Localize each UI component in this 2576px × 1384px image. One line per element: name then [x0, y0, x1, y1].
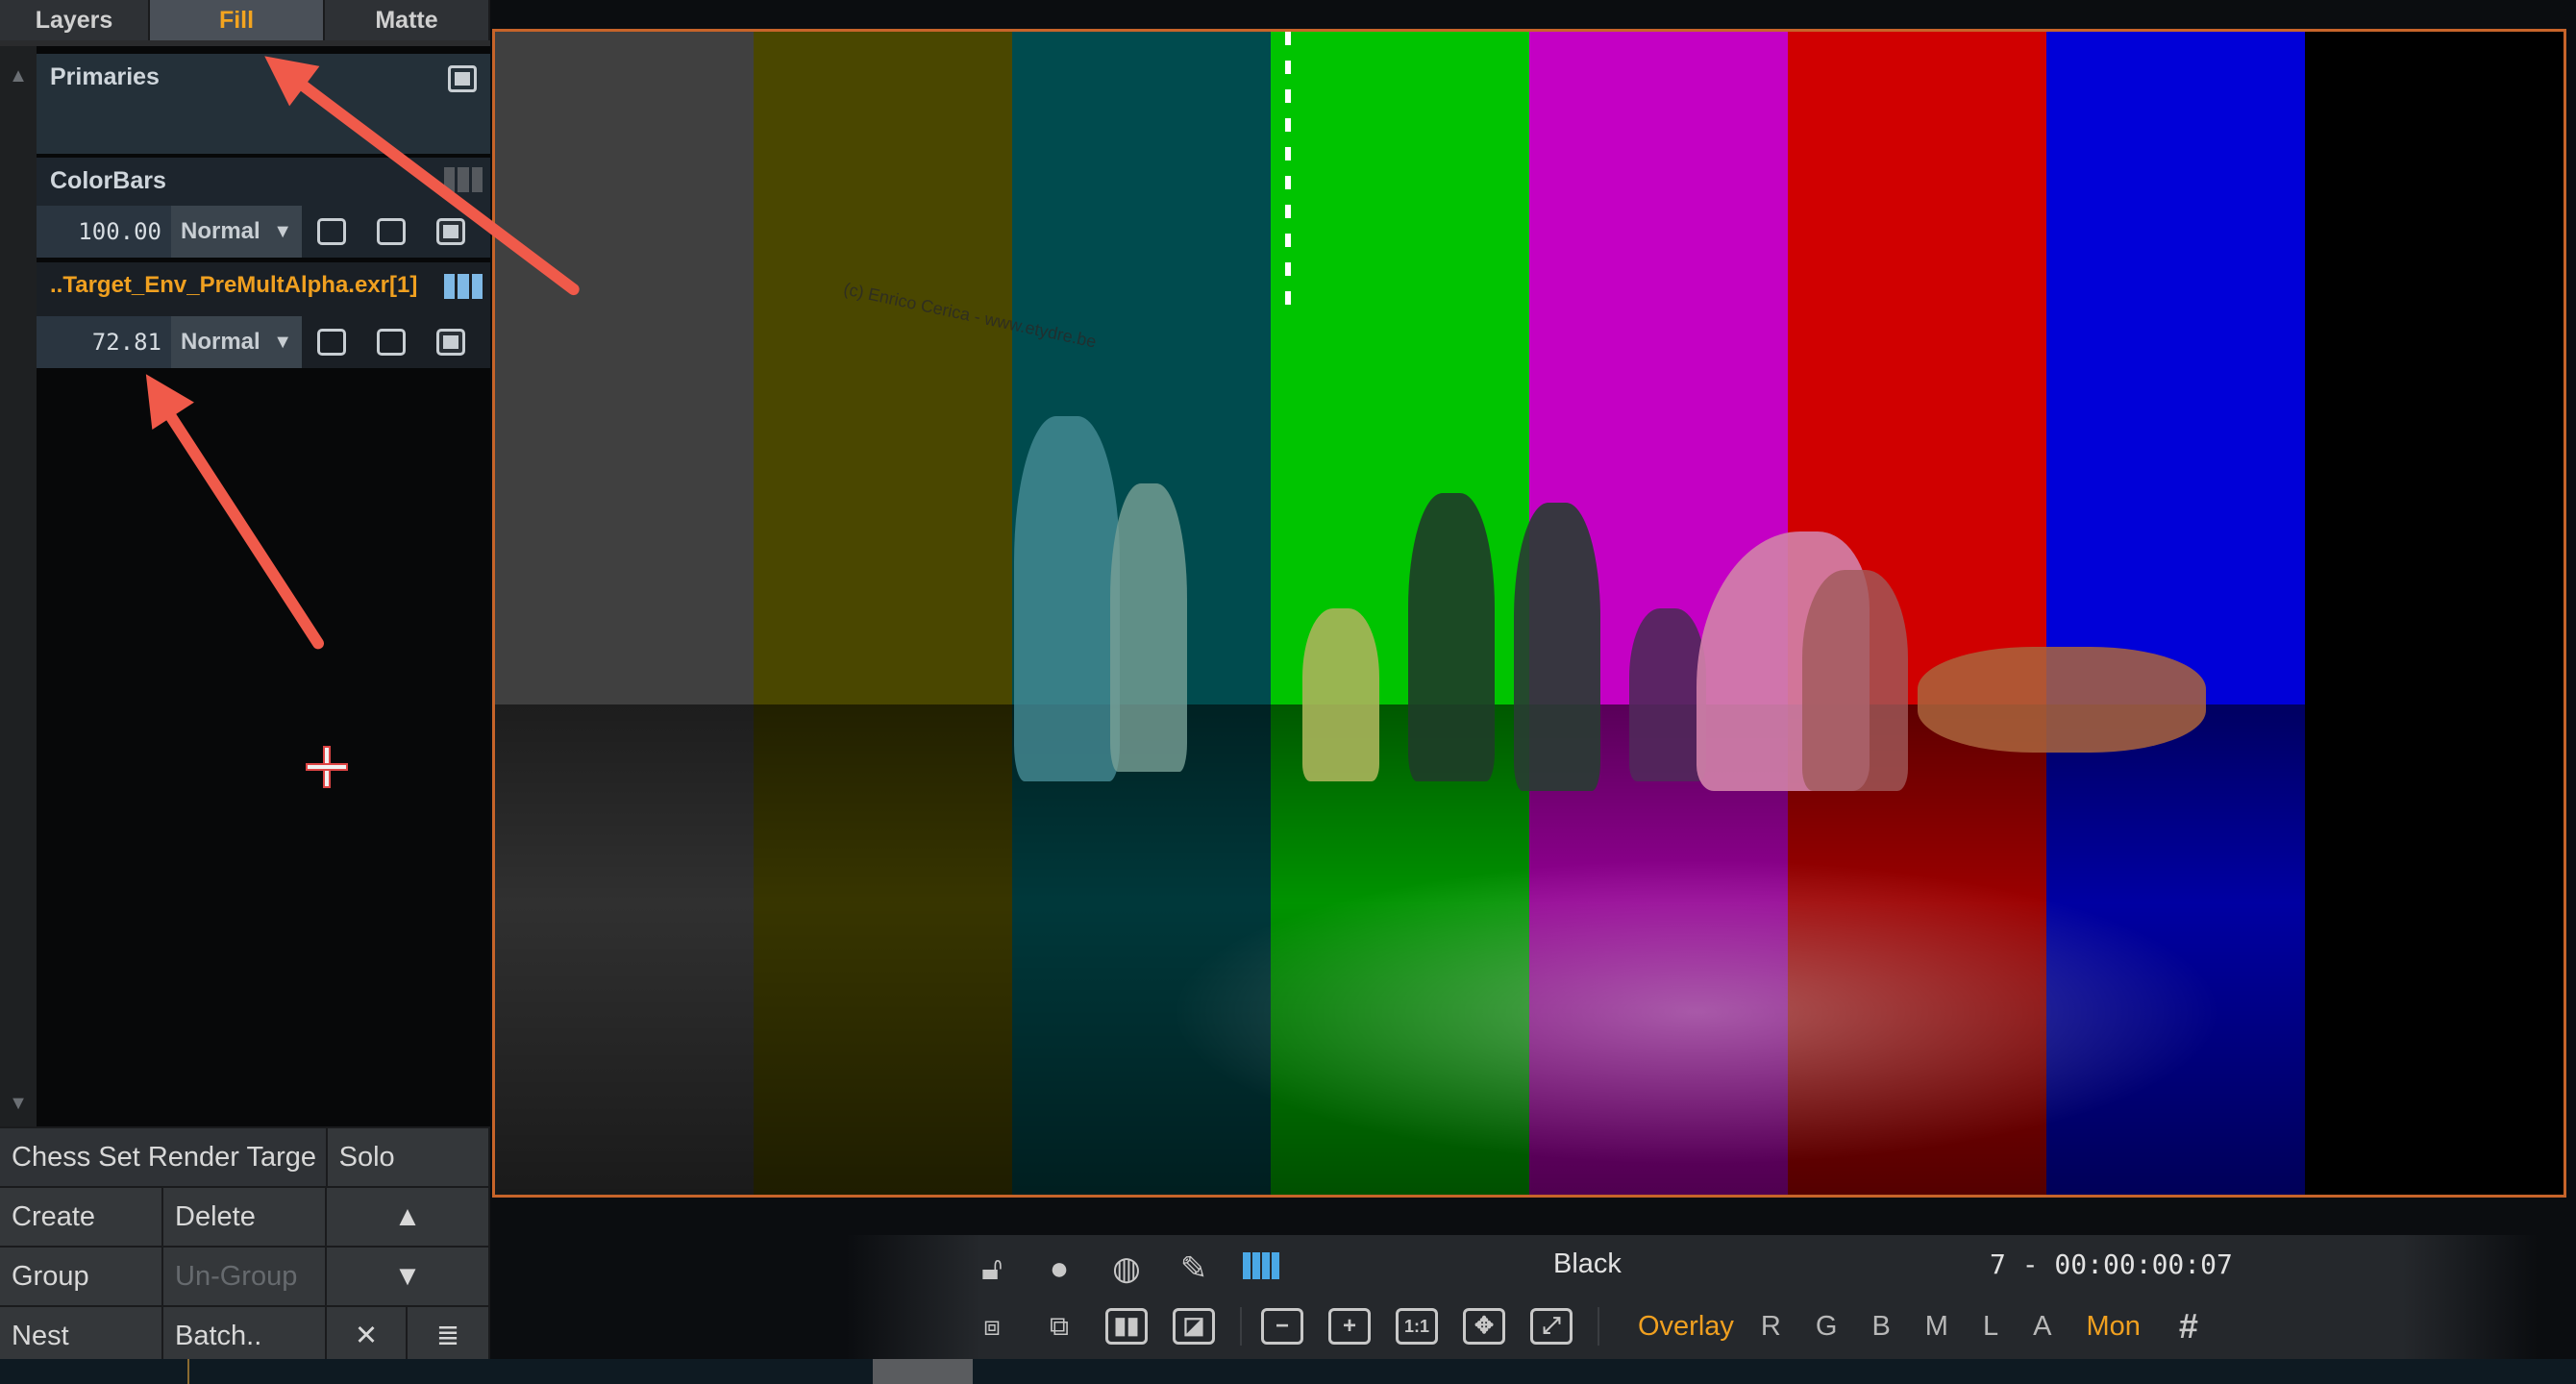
dropdown-arrow-icon: ▼: [273, 332, 292, 353]
timeline-handle[interactable]: [873, 1359, 973, 1384]
layer-thumbnail-icon: [444, 274, 483, 299]
layer-colorbars-name: ColorBars: [50, 167, 166, 194]
timeline-strip[interactable]: [0, 1359, 2576, 1384]
visibility-icon: [436, 329, 465, 356]
wipe-icon[interactable]: ◪: [1173, 1308, 1215, 1345]
checkbox-icon: [377, 329, 406, 356]
group-button[interactable]: Group: [0, 1248, 163, 1305]
color-readout: Black: [1553, 1248, 1622, 1279]
timecode-display[interactable]: 7 - 00:00:00:07: [1990, 1248, 2233, 1280]
divider: [1598, 1307, 1599, 1346]
ungroup-button[interactable]: Un-Group: [163, 1248, 327, 1305]
toolbar-row-1: 🔓︎ ● ◍ ✎: [971, 1245, 1307, 1293]
fit-icon[interactable]: ✥: [1463, 1308, 1505, 1345]
fullscreen-icon[interactable]: ⤢: [1530, 1308, 1573, 1345]
group-name-field[interactable]: Chess Set Render Targe: [0, 1128, 328, 1186]
layer-primaries-name: Primaries: [50, 63, 160, 90]
scene-light: [1168, 858, 2225, 1166]
panel-tabs: Layers Fill Matte: [0, 0, 490, 40]
viewer-toolbar: 🔓︎ ● ◍ ✎ Black 7 - 00:00:00:07 ⧈ ⧉ ▮▮ ◪ …: [846, 1235, 2538, 1360]
blend-mode-label: Normal: [181, 218, 260, 244]
blend-mode-select[interactable]: Normal ▼: [171, 206, 302, 258]
batch-button[interactable]: Batch..: [163, 1307, 327, 1365]
checkbox-icon: [317, 329, 346, 356]
blend-mode-select[interactable]: Normal ▼: [171, 316, 302, 368]
chess-pawn-piece: [1629, 608, 1706, 781]
solo-button[interactable]: Solo: [327, 1128, 490, 1186]
tab-matte[interactable]: Matte: [325, 0, 490, 40]
toggle-button[interactable]: [361, 316, 421, 368]
blend-mode-label: Normal: [181, 329, 260, 355]
chess-pawn-piece: [1302, 608, 1379, 781]
record-icon[interactable]: ●: [1038, 1250, 1080, 1288]
playhead-marker[interactable]: [187, 1359, 189, 1384]
image-viewer[interactable]: (c) Enrico Cerica - www.etydre.be: [492, 29, 2566, 1198]
channel-b-button[interactable]: B: [1871, 1311, 1890, 1343]
move-down-icon[interactable]: ▼: [327, 1248, 490, 1305]
checkbox-icon: [317, 218, 346, 245]
zoom-1to1-button[interactable]: 1:1: [1396, 1308, 1438, 1345]
overlay-button[interactable]: Overlay: [1638, 1311, 1734, 1343]
split-view-icon[interactable]: ⧈: [971, 1311, 1013, 1343]
visibility-icon: [436, 218, 465, 245]
layer-target-env[interactable]: ..Target_Env_PreMultAlpha.exr[1] 72.81 N…: [37, 262, 490, 368]
scroll-down-icon[interactable]: ▼: [0, 1085, 37, 1122]
toggle-button[interactable]: [302, 316, 361, 368]
side-by-side-icon[interactable]: ▮▮: [1105, 1308, 1148, 1345]
layers-panel: Layers Fill Matte ▲ ▼ Primaries ColorBar…: [0, 0, 490, 1384]
tab-fill[interactable]: Fill: [150, 0, 325, 40]
nest-button[interactable]: Nest: [0, 1307, 163, 1365]
chess-rook-piece: [1802, 570, 1908, 791]
close-icon[interactable]: ✕: [327, 1307, 408, 1365]
channel-a-button[interactable]: A: [2033, 1311, 2051, 1343]
zoom-in-icon[interactable]: +: [1328, 1308, 1371, 1345]
channel-r-button[interactable]: R: [1761, 1311, 1781, 1343]
layer-list: ▲ ▼ Primaries ColorBars 100.00 Normal ▼ .…: [0, 46, 490, 1127]
layer-scrollbar[interactable]: ▲ ▼: [0, 46, 37, 1127]
pencil-icon[interactable]: ✎: [1173, 1249, 1215, 1288]
create-button[interactable]: Create: [0, 1188, 163, 1246]
lock-icon[interactable]: 🔓︎: [971, 1250, 1013, 1288]
dropdown-arrow-icon: ▼: [273, 221, 292, 242]
chess-bishop-piece: [1514, 503, 1600, 791]
channel-g-button[interactable]: G: [1816, 1311, 1838, 1343]
split-wipe-line[interactable]: [1285, 32, 1291, 320]
layer-controls: 72.81 Normal ▼: [37, 316, 490, 368]
checkbox-icon: [377, 218, 406, 245]
colorbars-icon[interactable]: [1240, 1250, 1282, 1288]
toggle-button[interactable]: [361, 206, 421, 258]
layer-controls: 100.00 Normal ▼: [37, 206, 490, 258]
grid-icon[interactable]: #: [2179, 1306, 2198, 1347]
visibility-button[interactable]: [421, 316, 481, 368]
layer-target-env-name: ..Target_Env_PreMultAlpha.exr[1]: [50, 272, 418, 298]
compare-view-icon[interactable]: ⧉: [1038, 1311, 1080, 1343]
chess-bishop-piece: [1408, 493, 1495, 781]
move-up-icon[interactable]: ▲: [327, 1188, 490, 1246]
toolbar-row-2: ⧈ ⧉ ▮▮ ◪ − + 1:1 ✥ ⤢ Overlay R G B M L A…: [971, 1302, 2198, 1350]
opacity-field[interactable]: 72.81: [37, 316, 171, 368]
layer-visibility-icon[interactable]: [448, 65, 477, 92]
chess-fallen-pieces: [1918, 647, 2206, 753]
channel-m-button[interactable]: M: [1925, 1311, 1948, 1343]
monitor-button[interactable]: Mon: [2086, 1311, 2140, 1343]
crosshair-cursor-icon: [306, 746, 348, 788]
chess-queen-piece: [1110, 483, 1187, 772]
channel-l-button[interactable]: L: [1983, 1311, 1998, 1343]
opacity-field[interactable]: 100.00: [37, 206, 171, 258]
delete-button[interactable]: Delete: [163, 1188, 327, 1246]
chess-king-piece: [1014, 416, 1120, 781]
toggle-button[interactable]: [302, 206, 361, 258]
tab-layers[interactable]: Layers: [0, 0, 150, 40]
zoom-out-icon[interactable]: −: [1261, 1308, 1303, 1345]
menu-icon[interactable]: ≣: [408, 1307, 490, 1365]
divider: [1240, 1307, 1242, 1346]
globe-icon[interactable]: ◍: [1105, 1249, 1148, 1288]
scroll-up-icon[interactable]: ▲: [0, 58, 37, 94]
layer-actions: Chess Set Render Targe Solo Create Delet…: [0, 1126, 490, 1365]
